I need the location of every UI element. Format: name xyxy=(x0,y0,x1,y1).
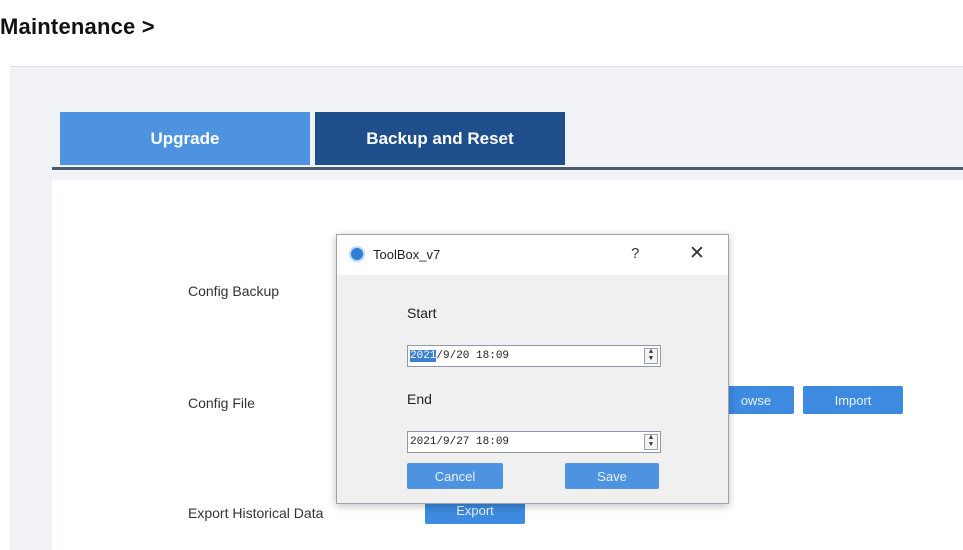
export-dialog: ToolBox_v7 ? ✕ Start 2021/9/20 18:09 ▲ ▼ … xyxy=(336,234,729,504)
config-backup-label: Config Backup xyxy=(188,283,280,299)
start-spinner-icon[interactable]: ▲ ▼ xyxy=(644,348,658,364)
help-icon[interactable]: ? xyxy=(631,245,639,262)
start-label: Start xyxy=(407,305,437,321)
browse-button[interactable]: owse xyxy=(718,386,794,414)
dialog-title: ToolBox_v7 xyxy=(373,247,441,262)
import-button[interactable]: Import xyxy=(803,386,903,414)
tab-upgrade[interactable]: Upgrade xyxy=(60,112,310,165)
start-year-selection: 2021 xyxy=(410,350,437,362)
end-label: End xyxy=(407,391,432,407)
page-title: Maintenance > xyxy=(0,14,155,39)
config-file-label: Config File xyxy=(188,395,255,411)
end-spinner-icon[interactable]: ▲ ▼ xyxy=(644,434,658,450)
toolbox-app-icon xyxy=(349,246,365,262)
close-icon[interactable]: ✕ xyxy=(689,242,705,265)
tab-backup-and-reset[interactable]: Backup and Reset xyxy=(315,112,565,165)
start-datetime-input[interactable]: 2021/9/20 18:09 ▲ ▼ xyxy=(407,345,661,367)
tab-underline xyxy=(52,167,963,170)
start-datetime-value: /9/20 18:09 xyxy=(436,350,510,362)
end-datetime-value: 2021/9/27 18:09 xyxy=(410,436,510,448)
end-datetime-input[interactable]: 2021/9/27 18:09 ▲ ▼ xyxy=(407,431,661,453)
dialog-titlebar: ToolBox_v7 ? ✕ xyxy=(337,235,728,275)
save-button[interactable]: Save xyxy=(565,463,659,489)
cancel-button[interactable]: Cancel xyxy=(407,463,503,489)
export-historical-data-label: Export Historical Data xyxy=(188,505,324,521)
